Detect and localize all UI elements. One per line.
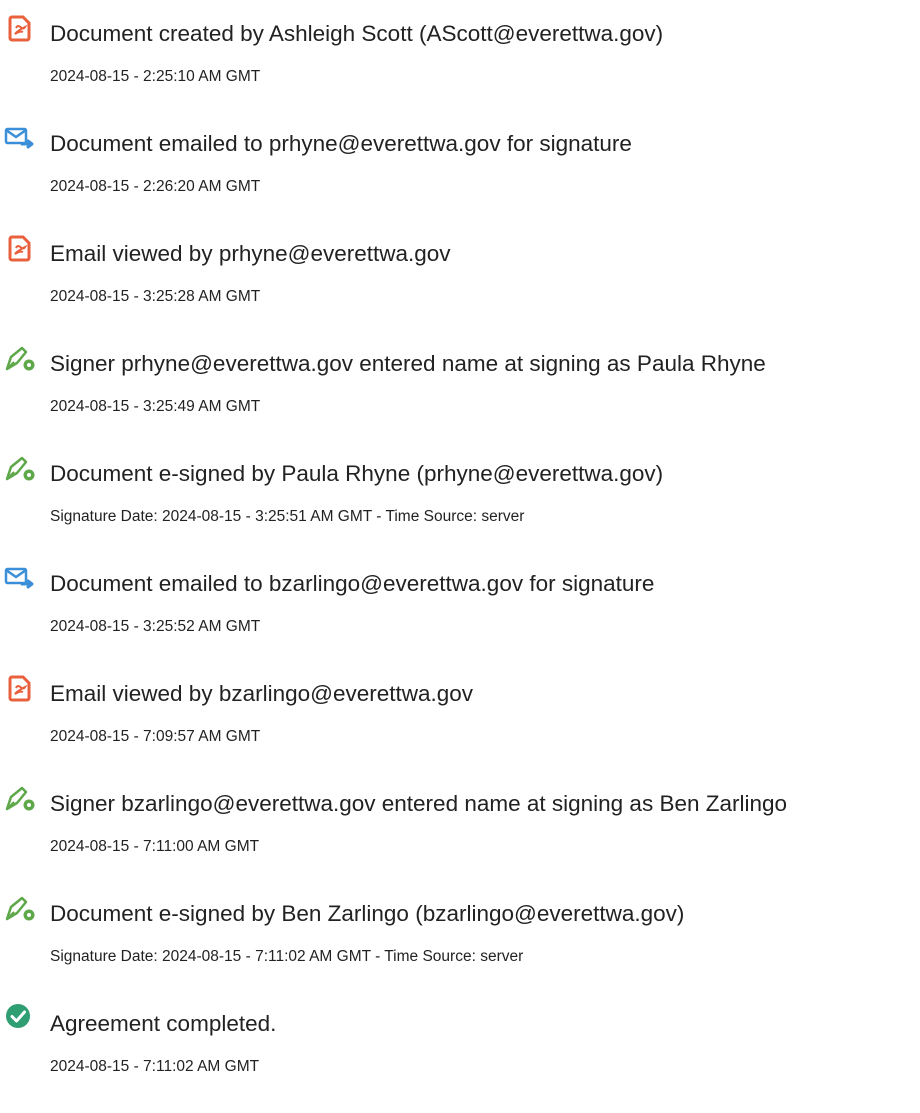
event-timestamp: 2024-08-15 - 7:11:00 AM GMT (50, 838, 260, 855)
event-title: Document emailed to prhyne@everettwa.gov… (50, 131, 632, 156)
checkmark-circle-icon (6, 1004, 30, 1028)
event-title: Agreement completed. (50, 1011, 277, 1036)
event-name-entered: Signer bzarlingo@everettwa.gov entered n… (0, 778, 920, 878)
event-title: Document e-signed by Paula Rhyne (prhyne… (50, 461, 664, 486)
event-document-created: Document created by Ashleigh Scott (ASco… (0, 8, 920, 108)
event-title: Document created by Ashleigh Scott (ASco… (50, 21, 664, 46)
event-email-viewed: Email viewed by prhyne@everettwa.gov 202… (0, 228, 920, 328)
pdf-document-icon (8, 675, 31, 702)
event-title: Email viewed by prhyne@everettwa.gov (50, 241, 451, 266)
event-signature-date: Signature Date: 2024-08-15 - 7:11:02 AM … (50, 948, 524, 965)
email-send-icon (4, 567, 34, 589)
event-title: Document e-signed by Ben Zarlingo (bzarl… (50, 901, 685, 926)
event-document-esigned: Document e-signed by Paula Rhyne (prhyne… (0, 448, 920, 548)
event-document-emailed: Document emailed to prhyne@everettwa.gov… (0, 118, 920, 218)
event-timestamp: 2024-08-15 - 2:25:10 AM GMT (50, 68, 261, 85)
event-title: Document emailed to bzarlingo@everettwa.… (50, 571, 655, 596)
pen-sign-icon (5, 346, 35, 371)
event-timestamp: 2024-08-15 - 3:25:28 AM GMT (50, 288, 261, 305)
event-document-esigned: Document e-signed by Ben Zarlingo (bzarl… (0, 888, 920, 988)
event-timestamp: 2024-08-15 - 7:11:02 AM GMT (50, 1058, 260, 1075)
event-title: Signer bzarlingo@everettwa.gov entered n… (50, 791, 788, 816)
event-timestamp: 2024-08-15 - 3:25:52 AM GMT (50, 618, 261, 635)
pdf-document-icon (8, 235, 31, 262)
event-title: Signer prhyne@everettwa.gov entered name… (50, 351, 766, 376)
event-signature-date: Signature Date: 2024-08-15 - 3:25:51 AM … (50, 508, 525, 525)
pen-sign-icon (5, 786, 35, 811)
pen-sign-icon (5, 896, 35, 921)
pen-sign-icon (5, 456, 35, 481)
event-email-viewed: Email viewed by bzarlingo@everettwa.gov … (0, 668, 920, 768)
event-name-entered: Signer prhyne@everettwa.gov entered name… (0, 338, 920, 438)
event-title: Email viewed by bzarlingo@everettwa.gov (50, 681, 474, 706)
event-timestamp: 2024-08-15 - 2:26:20 AM GMT (50, 178, 261, 195)
pdf-document-icon (8, 15, 31, 42)
event-agreement-completed: Agreement completed. 2024-08-15 - 7:11:0… (0, 998, 920, 1098)
event-timestamp: 2024-08-15 - 3:25:49 AM GMT (50, 398, 261, 415)
email-send-icon (4, 127, 34, 149)
event-document-emailed: Document emailed to bzarlingo@everettwa.… (0, 558, 920, 658)
event-timestamp: 2024-08-15 - 7:09:57 AM GMT (50, 728, 261, 745)
